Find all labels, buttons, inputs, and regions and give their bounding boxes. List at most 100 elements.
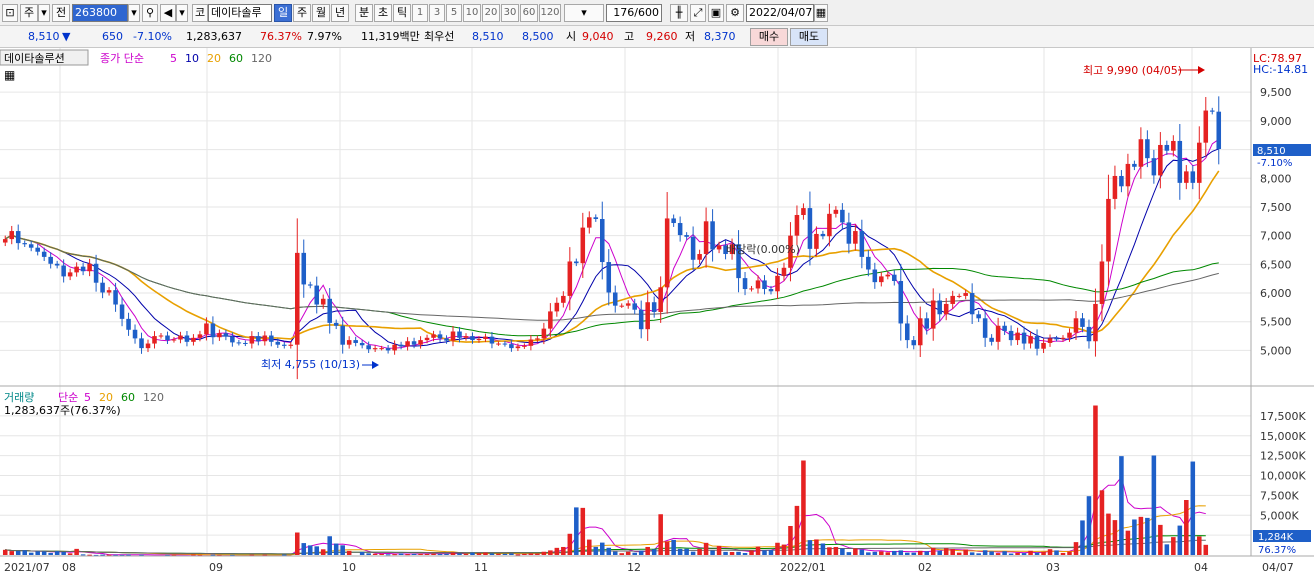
candle-body [697, 254, 702, 260]
save-icon[interactable]: ▣ [708, 4, 724, 22]
candle-body [651, 302, 657, 312]
stock-code-input[interactable]: 263800 [72, 4, 128, 22]
period-3[interactable]: 년 [331, 4, 349, 22]
period-1[interactable]: 주 [293, 4, 311, 22]
candle-body [1119, 175, 1124, 187]
volume-tick-label: 12,500K [1260, 450, 1306, 463]
candle-body [885, 274, 891, 277]
volume-bar [385, 554, 391, 556]
chevron-down-icon[interactable]: ▾ [176, 4, 188, 22]
candle-body [801, 208, 806, 215]
chart-type-icon[interactable]: ╫ [670, 4, 688, 22]
speaker-icon[interactable]: ◀ [160, 4, 176, 22]
indicator-icon[interactable]: ⤢ [690, 4, 706, 22]
stock-tag: 데이타솔루션 [4, 52, 65, 65]
date-field[interactable]: 2022/04/07 [746, 4, 814, 22]
volume-bar [327, 536, 332, 555]
volume-bar [489, 553, 495, 555]
ma-legend: 5 10 20 60 120 [170, 52, 272, 65]
candle-body [567, 261, 573, 296]
volume-bar [1099, 490, 1105, 555]
minute-5[interactable]: 5 [446, 4, 462, 22]
candle-body [963, 293, 968, 296]
bid-price: 8,500 [522, 30, 554, 43]
turnover: 7.97% [307, 30, 342, 43]
period-4[interactable]: 분 [355, 4, 373, 22]
candle-body [340, 325, 345, 345]
minute-10[interactable]: 10 [463, 4, 481, 22]
price-tick-label: 6,500 [1260, 258, 1292, 271]
best-order-label: 최우선 [424, 30, 455, 43]
period-6[interactable]: 틱 [393, 4, 411, 22]
current-volume-tag: 1,284K [1258, 532, 1294, 543]
candle-body [463, 336, 469, 338]
calendar-icon[interactable]: ▦ [814, 4, 828, 22]
stock-chart[interactable]: 5,0005,5006,0006,5007,0007,5008,0008,500… [0, 48, 1314, 575]
candle-body [223, 333, 229, 337]
settings-icon[interactable]: ⚙ [726, 4, 744, 22]
minute-custom-select[interactable]: ▾ [564, 4, 604, 22]
grid-icon[interactable]: ▦ [4, 68, 15, 82]
volume-ratio: 76.37% [260, 30, 302, 43]
period-5[interactable]: 초 [374, 4, 392, 22]
volume-bar [431, 553, 436, 555]
volume-bar [366, 553, 371, 555]
minute-20[interactable]: 20 [482, 4, 500, 22]
candle-body [645, 302, 650, 330]
date-label: 2021/07 [4, 561, 50, 574]
chevron-down-icon[interactable]: ▾ [38, 4, 50, 22]
minute-1[interactable]: 1 [412, 4, 428, 22]
volume-bar [1047, 549, 1053, 555]
minute-60[interactable]: 60 [520, 4, 538, 22]
date-label: 08 [62, 561, 76, 574]
volume-bar [749, 550, 754, 555]
candle-body [509, 344, 514, 349]
candle-body [1106, 198, 1111, 262]
volume-bar [450, 552, 456, 555]
candle-body [132, 329, 138, 339]
chart-grid [0, 48, 1251, 556]
search-icon[interactable]: ⚲ [142, 4, 158, 22]
candle-body [1021, 332, 1027, 344]
candle-body [392, 344, 397, 351]
minute-30[interactable]: 30 [501, 4, 519, 22]
volume-bar [619, 553, 625, 555]
candle-body [1080, 318, 1085, 327]
volume-bar [736, 551, 741, 555]
sell-button[interactable]: 매도 [790, 28, 828, 46]
stock-type-select[interactable]: 주 [20, 4, 38, 22]
buy-button[interactable]: 매수 [750, 28, 788, 46]
candle-body [230, 336, 235, 343]
period-0[interactable]: 일 [274, 4, 292, 22]
volume-bar [969, 552, 975, 555]
volume-bar [995, 553, 1001, 555]
candle-body [1125, 163, 1131, 187]
candle-body [619, 305, 625, 307]
volume-bar [333, 543, 339, 555]
volume-bar [911, 552, 917, 555]
minute-3[interactable]: 3 [429, 4, 445, 22]
volume-bar [606, 547, 612, 555]
volume-bar [522, 553, 527, 555]
ask-price: 8,510 [472, 30, 504, 43]
volume-bar [664, 541, 670, 555]
chevron-down-icon[interactable]: ▾ [128, 4, 140, 22]
link-icon[interactable]: ⊡ [2, 4, 18, 22]
prev-button[interactable]: 전 [52, 4, 70, 22]
volume-bar [282, 554, 287, 556]
candle-body [612, 292, 618, 306]
down-arrow-icon: ▼ [62, 30, 71, 43]
date-label: 2022/01 [780, 561, 826, 574]
candle-body [61, 265, 66, 277]
candle-body [703, 221, 709, 255]
count-field[interactable]: 176/600 [606, 4, 662, 22]
period-2[interactable]: 월 [312, 4, 330, 22]
volume-bar [697, 548, 702, 555]
volume-bar [820, 543, 826, 555]
minute-120[interactable]: 120 [539, 4, 561, 22]
volume-bar [15, 550, 21, 555]
volume-bar [444, 553, 449, 555]
ma-line-20 [4, 170, 1220, 343]
volume-bar [671, 539, 676, 555]
candle-body [716, 245, 722, 250]
